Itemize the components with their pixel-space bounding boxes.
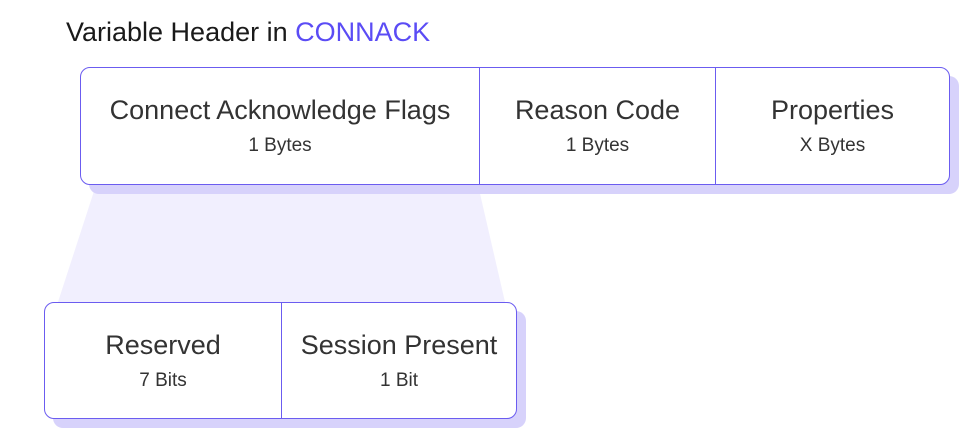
field-size: X Bytes [799,135,866,156]
session-present-field: Session Present 1 Bit [281,303,516,418]
connect-acknowledge-flags-field: Connect Acknowledge Flags 1 Bytes [81,68,479,184]
reserved-field: Reserved 7 Bits [45,303,281,418]
field-name: Properties [770,95,895,125]
flags-breakdown-row: Reserved 7 Bits Session Present 1 Bit [44,302,517,419]
funnel-shape [58,185,505,302]
field-size: 7 Bits [139,369,187,391]
reason-code-field: Reason Code 1 Bytes [479,68,715,184]
field-name: Reason Code [514,95,681,125]
field-name: Reserved [105,329,221,360]
field-size: 1 Bit [379,369,419,391]
variable-header-row: Connect Acknowledge Flags 1 Bytes Reason… [80,67,950,185]
field-size: 1 Bytes [248,135,312,156]
field-name: Connect Acknowledge Flags [109,95,451,125]
field-name: Session Present [300,329,498,360]
properties-field: Properties X Bytes [715,68,949,184]
field-size: 1 Bytes [565,135,630,156]
